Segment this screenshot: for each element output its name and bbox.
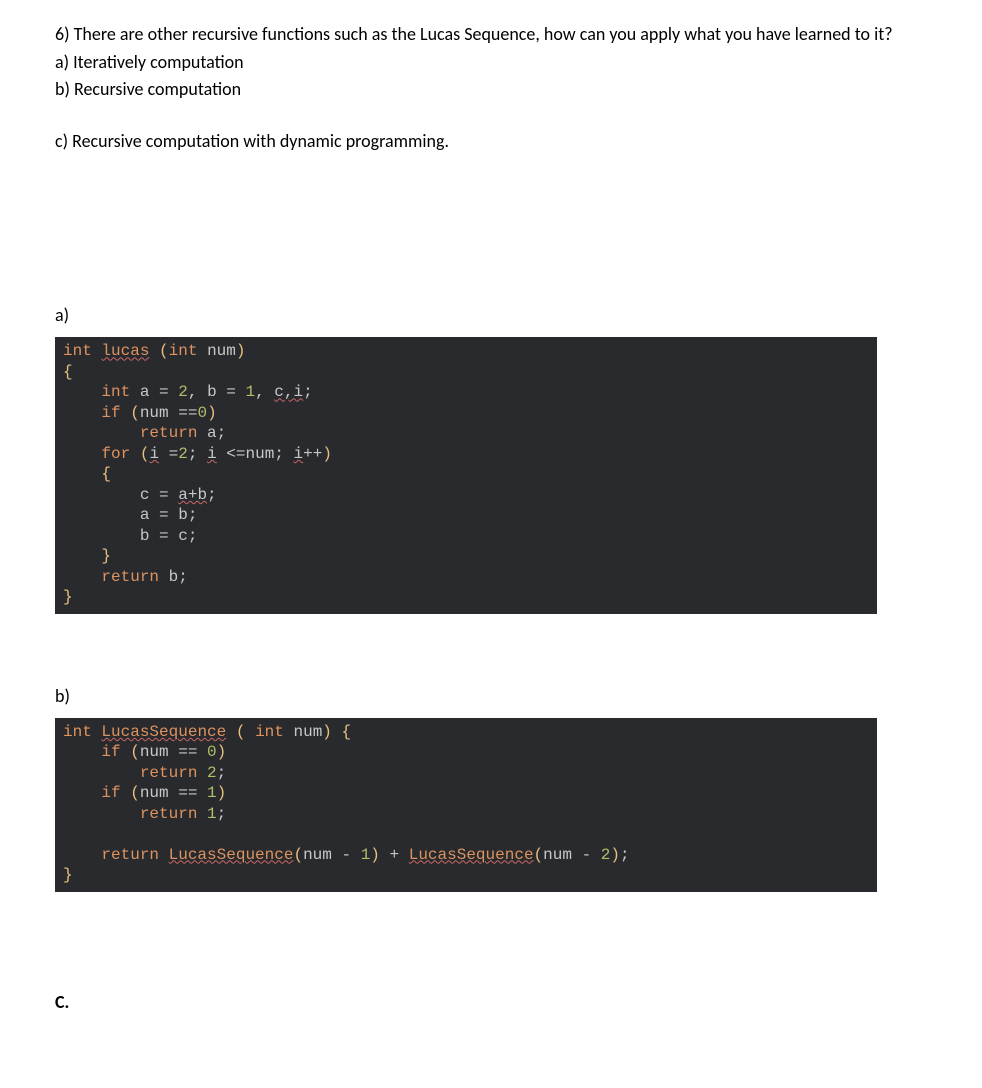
option-a: a) Iteratively computation — [55, 50, 927, 74]
option-b: b) Recursive computation — [55, 77, 927, 101]
code-block-a: int lucas (int num) { int a = 2, b = 1, … — [55, 337, 877, 613]
section-label-b: b) — [55, 684, 927, 708]
section-label-c: C. — [55, 990, 927, 1014]
code-block-b: int LucasSequence ( int num) { if (num =… — [55, 718, 877, 892]
document-page: 6) There are other recursive functions s… — [0, 0, 982, 1064]
question-text: 6) There are other recursive functions s… — [55, 22, 927, 46]
option-c: c) Recursive computation with dynamic pr… — [55, 129, 927, 153]
section-label-a: a) — [55, 303, 927, 327]
